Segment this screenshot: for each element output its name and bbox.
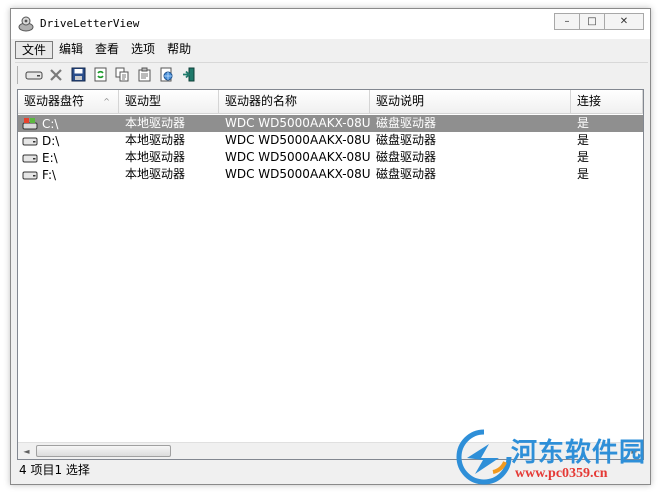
toolbar-exit-button[interactable]	[177, 65, 199, 85]
table-row[interactable]: D:\ 本地驱动器 WDC WD5000AAKX-08U6... 磁盘驱动器 是	[18, 132, 643, 149]
toolbar-delete-button[interactable]	[45, 65, 67, 85]
save-icon	[71, 67, 85, 82]
menu-help[interactable]: 帮助	[161, 41, 197, 59]
menu-edit[interactable]: 编辑	[53, 41, 89, 59]
scrollbar-thumb[interactable]	[36, 445, 171, 457]
cell-description: 磁盘驱动器	[376, 133, 437, 147]
toolbar-html-report-button[interactable]	[155, 65, 177, 85]
hard-drive-icon	[22, 154, 38, 162]
menu-file[interactable]: 文件	[15, 41, 54, 59]
toolbar-refresh-button[interactable]	[89, 65, 111, 85]
toolbar-copy-button[interactable]	[111, 65, 133, 85]
toolbar-save-button[interactable]	[67, 65, 89, 85]
cell-name: WDC WD5000AAKX-08U6...	[225, 116, 370, 130]
refresh-icon	[94, 67, 106, 82]
cell-name: WDC WD5000AAKX-08U6...	[225, 133, 370, 147]
cell-connected: 是	[577, 116, 590, 130]
menu-bar: 文件 编辑 查看 选项 帮助	[15, 40, 648, 60]
watermark-logo-icon	[456, 429, 512, 485]
drive-icon	[25, 71, 43, 79]
cell-type: 本地驱动器	[125, 167, 186, 181]
cell-description: 磁盘驱动器	[376, 150, 437, 164]
minimize-button[interactable]: –	[554, 13, 580, 30]
table-row[interactable]: F:\ 本地驱动器 WDC WD5000AAKX-08U6... 磁盘驱动器 是	[18, 166, 643, 183]
app-drive-icon	[18, 16, 34, 32]
menu-options[interactable]: 选项	[125, 41, 161, 59]
cell-name: WDC WD5000AAKX-08U6...	[225, 150, 370, 164]
cell-connected: 是	[577, 150, 590, 164]
menu-view[interactable]: 查看	[89, 41, 125, 59]
toolbar-grip[interactable]	[17, 65, 19, 84]
maximize-button[interactable]: □	[579, 13, 605, 30]
cell-type: 本地驱动器	[125, 116, 186, 130]
cell-drive: F:\	[18, 166, 119, 183]
cell-description: 磁盘驱动器	[376, 167, 437, 181]
column-header-drive-letter[interactable]: 驱动器盘符 ^	[18, 90, 119, 114]
sort-ascending-icon: ^	[103, 97, 110, 106]
cell-drive: E:\	[18, 149, 119, 166]
cell-name: WDC WD5000AAKX-08U6...	[225, 167, 370, 181]
column-header-connected[interactable]: 连接	[571, 90, 643, 114]
cell-description: 磁盘驱动器	[376, 116, 437, 130]
exit-icon	[182, 67, 194, 82]
table-row[interactable]: E:\ 本地驱动器 WDC WD5000AAKX-08U6... 磁盘驱动器 是	[18, 149, 643, 166]
title-bar[interactable]: DriveLetterView – □ ✕	[11, 9, 650, 39]
cell-drive: C:\	[18, 115, 119, 132]
scroll-left-arrow-icon[interactable]: ◄	[18, 443, 35, 459]
copy-icon	[115, 67, 128, 82]
cell-drive: D:\	[18, 132, 119, 149]
toolbar	[15, 62, 648, 86]
watermark-url: www.pc0359.cn	[515, 466, 608, 481]
watermark: 河东软件园 www.pc0359.cn	[455, 428, 661, 488]
watermark-name: 河东软件园	[511, 438, 647, 468]
cell-type: 本地驱动器	[125, 133, 186, 147]
column-header-drive-name[interactable]: 驱动器的名称	[219, 90, 370, 114]
html-report-icon	[160, 67, 172, 82]
toolbar-drive-button[interactable]	[23, 65, 45, 85]
drive-list[interactable]: 驱动器盘符 ^ 驱动型 驱动器的名称 驱动说明 连接 C:\ 本地驱动器 WDC…	[17, 89, 644, 460]
table-row[interactable]: C:\ 本地驱动器 WDC WD5000AAKX-08U6... 磁盘驱动器 是	[18, 115, 643, 132]
column-header-drive-type[interactable]: 驱动型	[119, 90, 219, 114]
cell-connected: 是	[577, 167, 590, 181]
cell-type: 本地驱动器	[125, 150, 186, 164]
system-drive-icon	[22, 117, 38, 129]
column-header-drive-description[interactable]: 驱动说明	[370, 90, 571, 114]
list-rows: C:\ 本地驱动器 WDC WD5000AAKX-08U6... 磁盘驱动器 是…	[18, 115, 643, 183]
list-header: 驱动器盘符 ^ 驱动型 驱动器的名称 驱动说明 连接	[18, 90, 643, 114]
window-controls: – □ ✕	[554, 13, 644, 30]
properties-icon	[138, 67, 150, 82]
window-title: DriveLetterView	[40, 17, 140, 30]
toolbar-properties-button[interactable]	[133, 65, 155, 85]
hard-drive-icon	[22, 137, 38, 145]
app-window: DriveLetterView – □ ✕ 文件 编辑 查看 选项 帮助 驱动器…	[10, 8, 651, 485]
hard-drive-icon	[22, 171, 38, 179]
close-button[interactable]: ✕	[604, 13, 644, 30]
delete-x-icon	[50, 68, 62, 81]
cell-connected: 是	[577, 133, 590, 147]
